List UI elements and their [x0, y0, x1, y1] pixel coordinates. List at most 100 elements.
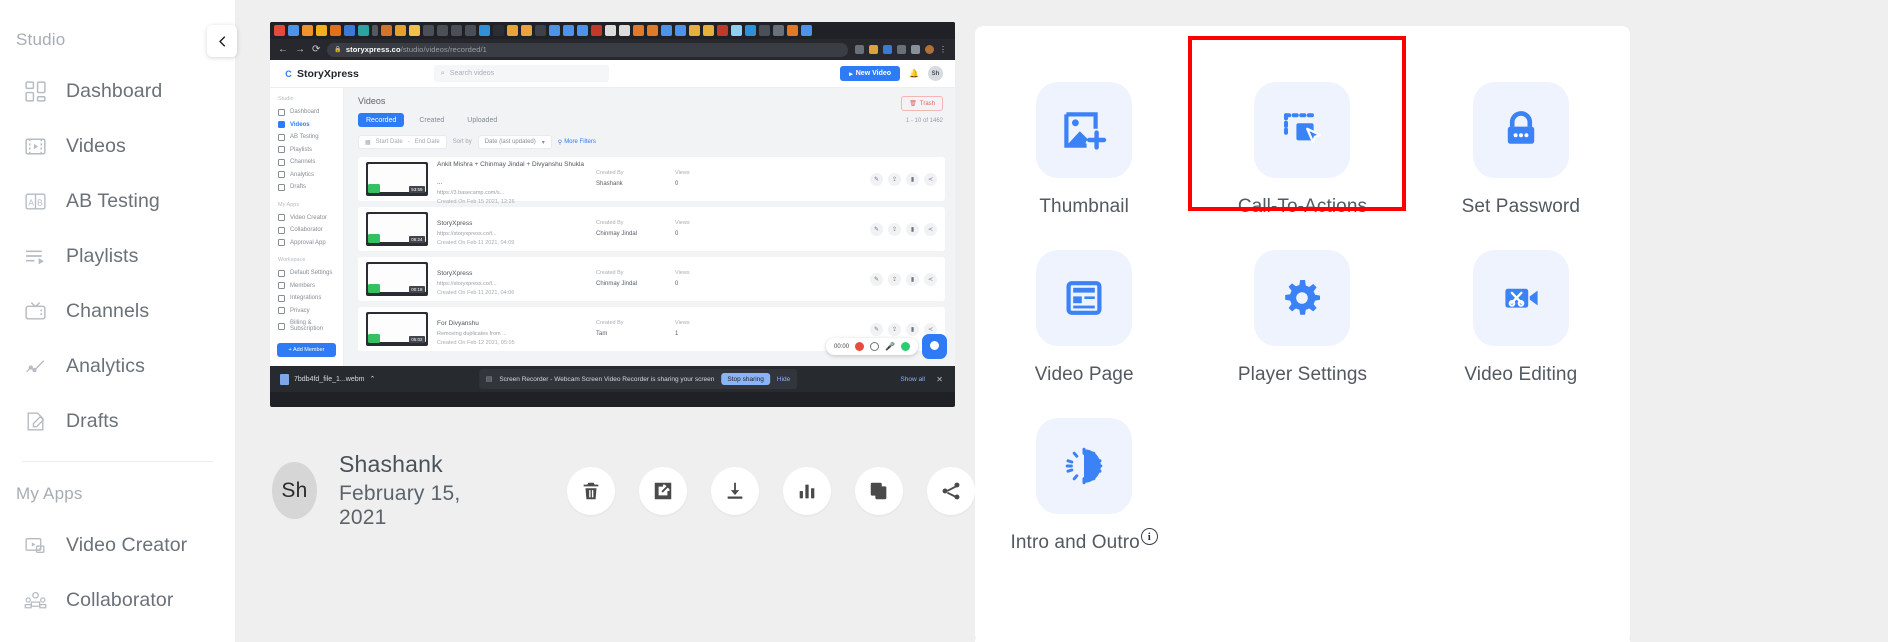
sidebar-item-drafts[interactable]: Drafts — [0, 394, 235, 449]
browser-tab[interactable] — [479, 25, 490, 36]
browser-tab[interactable] — [703, 25, 714, 36]
bell-icon[interactable]: 🔔 — [909, 69, 919, 78]
stop-recording-icon[interactable] — [855, 342, 865, 351]
inner-sidebar-item[interactable]: Billing & Subscription — [270, 317, 343, 335]
browser-tab[interactable] — [619, 25, 630, 36]
pencil-icon[interactable]: ✎ — [870, 222, 883, 236]
hide-sharing-button[interactable]: Hide — [777, 376, 790, 383]
inner-sidebar-item[interactable]: Video Creator — [270, 212, 343, 225]
close-icon[interactable]: ✕ — [936, 375, 943, 384]
analytics-button[interactable] — [783, 466, 831, 515]
trash-icon[interactable]: ▮ — [906, 272, 919, 286]
trash-icon[interactable]: ▮ — [906, 172, 919, 186]
accept-icon[interactable] — [901, 342, 910, 351]
feature-call-to-actions[interactable]: Call-To-Actions — [1193, 68, 1411, 228]
sidebar-item-analytics[interactable]: Analytics — [0, 339, 235, 394]
trash-icon[interactable]: ▮ — [906, 222, 919, 236]
video-thumbnail[interactable]: 53:59 — [366, 162, 428, 196]
extension-icon[interactable] — [911, 45, 920, 54]
extension-icon[interactable] — [883, 45, 892, 54]
inner-sidebar-item[interactable]: Analytics — [270, 169, 343, 182]
browser-tab[interactable] — [605, 25, 616, 36]
inner-sidebar-item[interactable]: AB Testing — [270, 131, 343, 144]
sidebar-item-video-creator[interactable]: Video Creator — [0, 518, 235, 573]
sidebar-item-collaborator[interactable]: Collaborator — [0, 573, 235, 628]
inner-sidebar-item[interactable]: Videos — [270, 119, 343, 132]
info-icon[interactable]: i — [1140, 528, 1158, 545]
browser-tab[interactable] — [302, 25, 313, 36]
browser-tab[interactable] — [344, 25, 355, 36]
extension-icon[interactable] — [855, 45, 864, 54]
upload-icon[interactable]: ⇪ — [888, 222, 901, 236]
arrow-right-icon[interactable]: → — [295, 44, 305, 55]
browser-tab[interactable] — [745, 25, 756, 36]
feature-set-password[interactable]: Set Password — [1412, 68, 1630, 228]
inner-trash-button[interactable]: 🗑 Trash — [901, 96, 943, 111]
reload-icon[interactable]: ⟳ — [312, 44, 320, 55]
inner-sidebar-item[interactable]: Channels — [270, 156, 343, 169]
pencil-icon[interactable]: ✎ — [870, 172, 883, 186]
table-row[interactable]: 53:59 Ankit Mishra + Chinmay Jindal + Di… — [358, 157, 945, 205]
table-row[interactable]: 06:24 StoryXpress https://storyxpress.co… — [358, 207, 945, 251]
open-external-button[interactable] — [639, 466, 687, 515]
sidebar-collapse-button[interactable] — [207, 25, 237, 57]
video-preview-player[interactable]: ← → ⟳ 🔒 storyxpress.co/studio/videos/rec… — [270, 22, 955, 407]
browser-tab[interactable] — [549, 25, 560, 36]
table-row[interactable]: 00:18 StoryXpress https://storyxpress.co… — [358, 257, 945, 301]
browser-tab[interactable] — [316, 25, 327, 36]
inner-sidebar-item[interactable]: Privacy — [270, 305, 343, 318]
browser-tab[interactable] — [633, 25, 644, 36]
feature-video-page[interactable]: Video Page — [975, 236, 1193, 396]
browser-tab[interactable] — [717, 25, 728, 36]
browser-tab[interactable] — [535, 25, 546, 36]
stop-sharing-button[interactable]: Stop sharing — [721, 373, 770, 385]
sidebar-item-videos[interactable]: Videos — [0, 119, 235, 174]
browser-tab[interactable] — [759, 25, 770, 36]
sidebar-item-dashboard[interactable]: Dashboard — [0, 64, 235, 119]
browser-tab[interactable] — [465, 25, 476, 36]
share-icon[interactable]: ≺ — [924, 272, 937, 286]
extension-icon[interactable] — [869, 45, 878, 54]
feature-player-settings[interactable]: Player Settings — [1193, 236, 1411, 396]
new-video-button[interactable]: ▸ New Video — [840, 66, 901, 81]
more-filters-button[interactable]: ⚲ More Filters — [558, 139, 596, 146]
browser-tab[interactable] — [787, 25, 798, 36]
browser-tab[interactable] — [661, 25, 672, 36]
microphone-icon[interactable]: 🎤 — [885, 342, 895, 351]
inner-sidebar-item[interactable]: Drafts — [270, 181, 343, 194]
share-button[interactable] — [927, 466, 975, 515]
add-member-button[interactable]: + Add Member — [277, 343, 336, 357]
show-all-downloads-button[interactable]: Show all — [900, 376, 925, 383]
browser-tab[interactable] — [689, 25, 700, 36]
browser-tab[interactable] — [577, 25, 588, 36]
download-button[interactable] — [711, 466, 759, 515]
chevron-up-icon[interactable]: ⌃ — [369, 375, 375, 383]
inner-sidebar-item[interactable]: Approval App — [270, 237, 343, 250]
sidebar-item-ab-testing[interactable]: A B AB Testing — [0, 174, 235, 229]
sidebar-item-channels[interactable]: Channels — [0, 284, 235, 339]
inner-sidebar-item[interactable]: Dashboard — [270, 106, 343, 119]
browser-tab[interactable] — [381, 25, 392, 36]
browser-tab[interactable] — [288, 25, 299, 36]
browser-tab[interactable] — [409, 25, 420, 36]
browser-tab[interactable] — [372, 25, 378, 36]
inner-search-input[interactable]: ⌕ Search videos — [433, 65, 609, 82]
webcam-bubble-icon[interactable] — [922, 334, 947, 359]
inner-avatar[interactable]: Sh — [928, 66, 943, 81]
inner-sidebar-item[interactable]: Integrations — [270, 292, 343, 305]
url-input[interactable]: 🔒 storyxpress.co/studio/videos/recorded/… — [327, 42, 848, 57]
browser-tab[interactable] — [423, 25, 434, 36]
sidebar-item-playlists[interactable]: Playlists — [0, 229, 235, 284]
browser-tab[interactable] — [451, 25, 462, 36]
browser-tab[interactable] — [591, 25, 602, 36]
browser-tab[interactable] — [507, 25, 518, 36]
browser-tab[interactable] — [274, 25, 285, 36]
extension-icon[interactable] — [897, 45, 906, 54]
video-thumbnail[interactable]: 05:02 — [366, 312, 428, 346]
browser-tab[interactable] — [437, 25, 448, 36]
share-icon[interactable]: ≺ — [924, 222, 937, 236]
restart-recording-icon[interactable] — [870, 342, 880, 351]
browser-tab[interactable] — [521, 25, 532, 36]
video-thumbnail[interactable]: 00:18 — [366, 262, 428, 296]
feature-intro-and-outro[interactable]: Intro and Outro i — [975, 404, 1193, 564]
